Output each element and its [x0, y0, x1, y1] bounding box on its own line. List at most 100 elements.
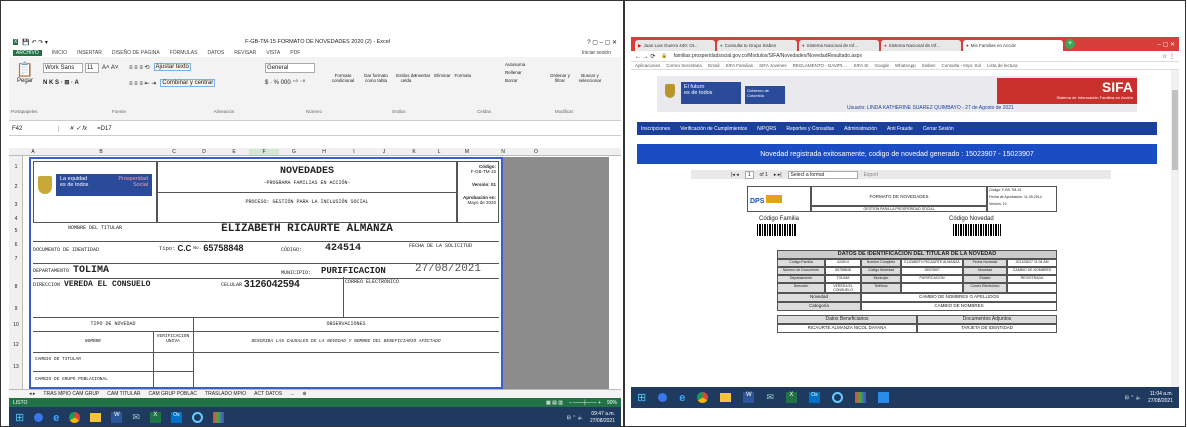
cond-format-button[interactable]: Formato condicional: [329, 63, 357, 83]
paste-icon[interactable]: 📋: [13, 61, 37, 78]
edge-icon[interactable]: e: [679, 392, 685, 404]
star-icon[interactable]: ☆ ⋮: [1162, 53, 1179, 60]
row-header[interactable]: 1: [9, 164, 23, 170]
sheet-nav-icon[interactable]: ◂ ▸: [29, 391, 35, 397]
tab-pdf[interactable]: PDF: [290, 50, 300, 56]
col-header-m[interactable]: M: [449, 149, 485, 155]
muni-value[interactable]: PURIFICACION: [321, 266, 386, 276]
insert-button[interactable]: Insertar: [415, 63, 430, 78]
sheet-tab[interactable]: TRAS MPIO CAM GRUP: [43, 391, 99, 397]
browser-tab[interactable]: ● Consulta tu Grupo Sisben: [717, 40, 797, 51]
chrome-icon[interactable]: [697, 392, 709, 403]
new-tab-icon[interactable]: +: [1065, 39, 1075, 49]
bookmark[interactable]: WhatsApp: [895, 63, 916, 68]
bookmark[interactable]: Google: [874, 63, 889, 68]
bookmark[interactable]: REGLAMENTO - DAVIPL...: [793, 63, 848, 68]
tab-revisar[interactable]: REVISAR: [234, 50, 256, 56]
col-header-b[interactable]: B: [43, 149, 159, 155]
nav-administracion[interactable]: Administración: [844, 126, 877, 132]
col-header-n[interactable]: N: [485, 149, 521, 155]
format-button[interactable]: Formato: [455, 63, 472, 78]
nav-antifraude[interactable]: Anti Fraude: [887, 126, 913, 132]
page-input[interactable]: 1: [744, 170, 754, 179]
sheet-tab[interactable]: TRASLADO MPIO: [205, 391, 246, 397]
row-header[interactable]: 3: [9, 202, 23, 208]
nav-verificacion[interactable]: Verificación de Cumplimientos: [680, 126, 747, 132]
edge-icon[interactable]: e: [53, 412, 59, 424]
col-header-h[interactable]: H: [309, 149, 339, 155]
number-icons[interactable]: $ · % 000 ⁺⁰ ⁻⁰: [265, 79, 315, 86]
quick-access-icons[interactable]: 💾 ↶ ↷ ▾: [22, 39, 48, 46]
explorer-icon[interactable]: [720, 393, 732, 402]
row-header[interactable]: 9: [9, 306, 23, 312]
outlook-icon[interactable]: Os: [808, 392, 820, 403]
bookmark[interactable]: Aplicaciones: [635, 63, 660, 68]
holder-name[interactable]: ELIZABETH RICAURTE ALMANZA: [157, 223, 457, 235]
bookmark[interactable]: Correo Secretaria: [666, 63, 702, 68]
tab-vista[interactable]: VISTA: [266, 50, 280, 56]
clear-button[interactable]: Borrar: [505, 77, 525, 85]
photos-icon[interactable]: [877, 392, 889, 403]
mail-icon[interactable]: ✉: [132, 412, 140, 423]
sheet-tab[interactable]: CAM TITULAR: [107, 391, 140, 397]
row-cambio-grupo[interactable]: CAMBIO DE GRUPO POBLACIONAL: [35, 377, 108, 382]
font-name-select[interactable]: Work Sans: [43, 63, 83, 73]
excel-task-icon[interactable]: X: [149, 412, 161, 423]
tab-formulas[interactable]: FÓRMULAS: [170, 50, 198, 56]
start-icon[interactable]: ⊞: [15, 411, 24, 424]
col-header-j[interactable]: J: [369, 149, 399, 155]
tray-icons[interactable]: ⊟ ⌃ 🔈: [567, 415, 584, 421]
window-controls[interactable]: ? ▢ – ▢ ✕: [587, 39, 617, 46]
zoom-level[interactable]: 90%: [607, 400, 617, 406]
name-box[interactable]: F42: [9, 125, 59, 132]
wrap-text-button[interactable]: Ajustar texto: [153, 63, 191, 71]
bookmark[interactable]: SIFA Jovenes: [759, 63, 787, 68]
nav-inscripciones[interactable]: Inscripciones: [641, 126, 670, 132]
dept-value[interactable]: TOLIMA: [73, 265, 109, 276]
col-header-e[interactable]: E: [219, 149, 249, 155]
scrollbar-thumb[interactable]: [1172, 90, 1178, 170]
taskview-icon[interactable]: [658, 393, 668, 402]
col-header-i[interactable]: I: [339, 149, 369, 155]
autosum-button[interactable]: Autosuma: [505, 61, 525, 69]
code-cell[interactable]: Código: F-GB-TM-15 Versión: 01 Aprobació…: [457, 161, 499, 223]
format-select[interactable]: Select a format: [787, 170, 858, 179]
delete-button[interactable]: Eliminar: [434, 63, 450, 78]
page-scrollbar[interactable]: [1171, 70, 1179, 387]
row-cambio-titular[interactable]: CAMBIO DE TITULAR: [35, 357, 81, 362]
table-format-button[interactable]: Dar formato como tabla: [361, 63, 391, 83]
export-link[interactable]: Export: [864, 172, 878, 178]
font-grow-icon[interactable]: A˄ A˅: [102, 65, 118, 71]
bookmark[interactable]: Gmail: [708, 63, 720, 68]
codigo-value[interactable]: 424514: [325, 243, 361, 254]
browser-tab[interactable]: ● Sistema Nacional de Inf...: [881, 40, 961, 51]
browser-tab[interactable]: ▶ Juan Luis Guerra 440: Ot...: [635, 40, 715, 51]
view-icons[interactable]: ▦ ▤ ▥: [546, 400, 563, 406]
font-size-select[interactable]: 11: [85, 63, 99, 73]
word-icon[interactable]: W: [111, 412, 123, 423]
tipo-value[interactable]: C.C: [178, 244, 192, 253]
excel-icon[interactable]: X: [13, 39, 19, 45]
row-header[interactable]: 8: [9, 284, 23, 290]
logo-cell[interactable]: La equidad Prosperidad es de todos Social: [33, 161, 157, 223]
cortana-icon[interactable]: [831, 392, 843, 403]
bookmark[interactable]: Sisben: [922, 63, 936, 68]
nav-cerrar-sesion[interactable]: Cerrar Sesión: [923, 126, 954, 132]
col-header-o[interactable]: O: [521, 149, 551, 155]
tab-datos[interactable]: DATOS: [207, 50, 224, 56]
row-header[interactable]: 13: [9, 364, 23, 370]
chrome-icon[interactable]: [69, 412, 81, 423]
row-header[interactable]: 6: [9, 242, 23, 248]
cel-value[interactable]: 3126042594: [244, 279, 300, 290]
formula-input[interactable]: =D17: [97, 126, 112, 132]
col-header-f[interactable]: F: [249, 148, 279, 155]
browser-tab-active[interactable]: ● Mis Familias en Acción: [963, 40, 1063, 51]
mail-icon[interactable]: ✉: [766, 392, 774, 403]
add-sheet-icon[interactable]: ⊕: [302, 391, 306, 397]
tab-insertar[interactable]: INSERTAR: [77, 50, 102, 56]
sort-filter-button[interactable]: Ordenar y filtrar: [547, 63, 573, 83]
fx-icon[interactable]: ✕ ✓ fx: [69, 125, 87, 132]
sheet-tab[interactable]: ACT DATOS: [254, 391, 282, 397]
bookmark[interactable]: SIFA SI: [853, 63, 868, 68]
first-page-icon[interactable]: |◂ ◂: [731, 172, 739, 178]
